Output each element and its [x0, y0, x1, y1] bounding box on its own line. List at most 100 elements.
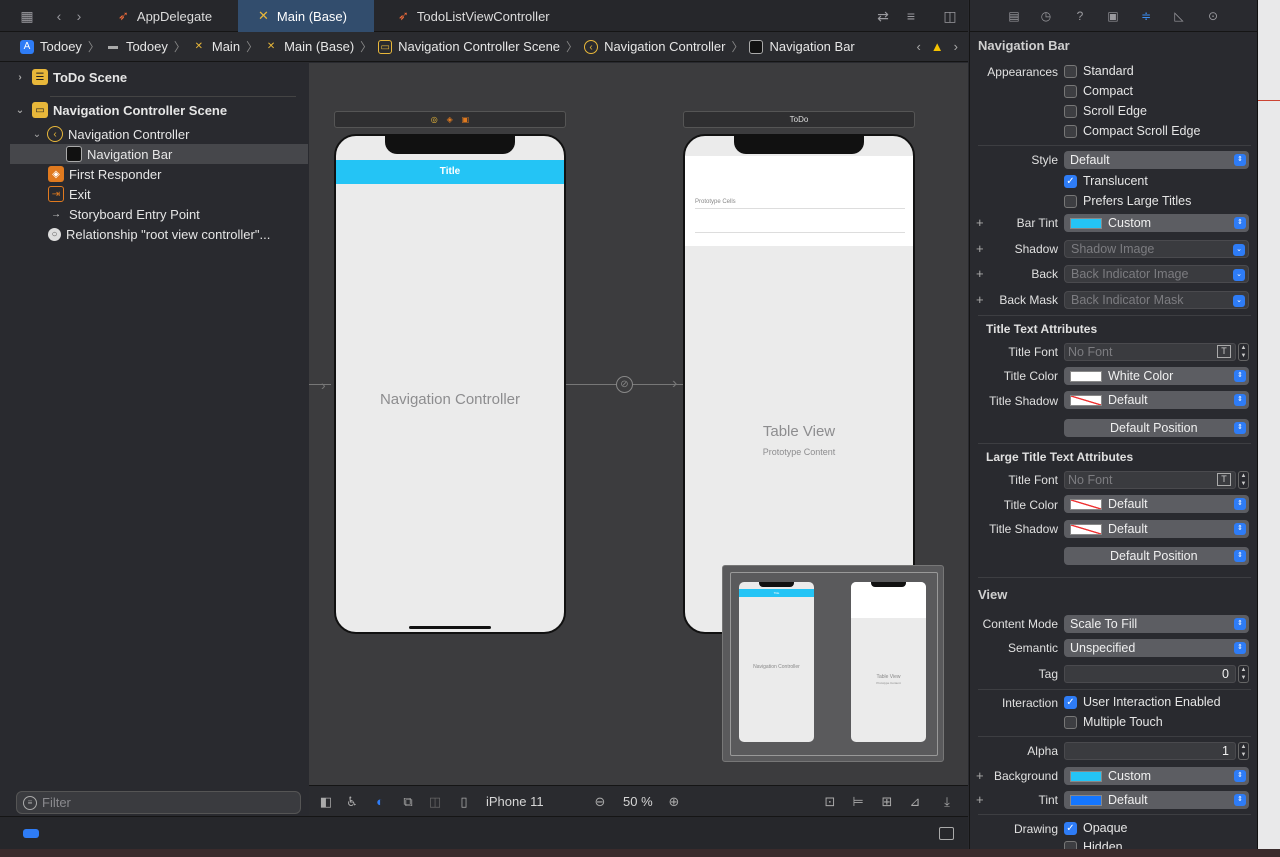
nav-controller-icon[interactable]: ◎: [431, 115, 438, 124]
nav-controller-phone[interactable]: Title Navigation Controller: [334, 134, 566, 634]
zoom-in-icon[interactable]: ⊕: [666, 794, 682, 810]
font-picker-icon[interactable]: T: [1217, 473, 1231, 486]
appearance-standard[interactable]: Standard: [1064, 64, 1134, 78]
hidden-checkbox[interactable]: Hidden: [1064, 840, 1123, 849]
history-icon[interactable]: ◷: [1038, 8, 1054, 24]
add-constraints-icon[interactable]: ⊞: [879, 794, 895, 810]
large-title-font-stepper[interactable]: ▲ ▼: [1238, 471, 1249, 489]
todo-scene-dock[interactable]: ToDo: [683, 111, 915, 128]
update-frames-icon[interactable]: ⊡: [822, 794, 838, 810]
zoom-out-icon[interactable]: ⊖: [592, 794, 608, 810]
sidebar-toggle-icon[interactable]: ◧: [318, 794, 334, 810]
connections-icon[interactable]: ⊙: [1205, 8, 1221, 24]
tab-todolistviewcontroller[interactable]: ➶ TodoListViewController: [378, 0, 578, 32]
shadow-image-popup[interactable]: Shadow Image ⌄: [1064, 240, 1249, 258]
alpha-stepper[interactable]: ▲ ▼: [1238, 742, 1249, 760]
style-popup[interactable]: Default ⇕: [1064, 151, 1249, 169]
tint-popup[interactable]: Default ⇕: [1064, 791, 1249, 809]
checkbox[interactable]: [1064, 104, 1077, 118]
large-titles-checkbox[interactable]: Prefers Large Titles: [1064, 194, 1191, 208]
disclosure-down-icon[interactable]: ⌄: [31, 129, 43, 140]
canvas-minimap[interactable]: Title Navigation Controller Table View P…: [722, 565, 944, 762]
title-color-popup[interactable]: White Color ⇕: [1064, 367, 1249, 385]
resolve-issues-icon[interactable]: ⊿: [907, 794, 923, 810]
chevron-right-icon[interactable]: ›: [71, 8, 87, 24]
tab-main-base[interactable]: ✕ Main (Base): [238, 0, 374, 32]
checkmark-icon[interactable]: ✓: [1064, 695, 1077, 709]
warning-icon[interactable]: ▲: [931, 39, 944, 54]
appearance-compact-scroll-edge[interactable]: Compact Scroll Edge: [1064, 124, 1200, 138]
disclosure-right-icon[interactable]: ›: [14, 72, 26, 83]
title-font-stepper[interactable]: ▲ ▼: [1238, 343, 1249, 361]
orientation-icon[interactable]: ⧉: [400, 794, 416, 810]
checkbox[interactable]: [1064, 840, 1077, 849]
navigation-bar[interactable]: Title: [336, 160, 564, 184]
crumb-folder[interactable]: ▬ Todoey 〉: [106, 38, 192, 55]
size-icon[interactable]: ◺: [1171, 8, 1187, 24]
translucent-checkbox[interactable]: ✓ Translucent: [1064, 174, 1148, 188]
chevron-left-icon[interactable]: ‹: [51, 8, 67, 24]
appearance-compact[interactable]: Compact: [1064, 84, 1133, 98]
appearance-scroll-edge[interactable]: Scroll Edge: [1064, 104, 1147, 118]
attributes-icon[interactable]: ≑: [1138, 8, 1154, 24]
checkmark-icon[interactable]: ✓: [1064, 821, 1077, 835]
grid-icon[interactable]: ▦: [19, 8, 35, 24]
outline-relationship[interactable]: ○ Relationship "root view controller"...: [10, 224, 308, 244]
checkbox[interactable]: [1064, 715, 1077, 729]
crumb-scene[interactable]: ▭ Navigation Controller Scene 〉: [378, 38, 584, 55]
outline-nav-controller[interactable]: ⌄ ‹ Navigation Controller: [31, 124, 329, 144]
crumb-nav-controller[interactable]: ‹ Navigation Controller 〉: [584, 38, 749, 55]
outline-todo-scene[interactable]: › ☰ ToDo Scene: [14, 67, 312, 87]
crumb-main-base[interactable]: ✕ Main (Base) 〉: [264, 38, 378, 55]
font-picker-icon[interactable]: T: [1217, 345, 1231, 358]
title-font-field[interactable]: No Font T: [1064, 343, 1236, 361]
file-icon[interactable]: ▤: [1006, 8, 1022, 24]
multiple-touch-checkbox[interactable]: Multiple Touch: [1064, 715, 1163, 729]
semantic-popup[interactable]: Unspecified ⇕: [1064, 639, 1249, 657]
chevron-left-icon[interactable]: ‹: [916, 39, 920, 54]
outline-entry-point[interactable]: → Storyboard Entry Point: [10, 204, 308, 224]
checkbox[interactable]: [1064, 194, 1077, 208]
alpha-field[interactable]: 1: [1064, 742, 1236, 760]
large-title-shadow-popup[interactable]: Default ⇕: [1064, 520, 1249, 538]
identity-icon[interactable]: ▣: [1105, 8, 1121, 24]
accessibility-icon[interactable]: ♿: [344, 794, 360, 810]
checkbox[interactable]: [1064, 124, 1077, 138]
disclosure-down-icon[interactable]: ⌄: [14, 105, 26, 116]
segue-relationship-icon[interactable]: ⊘: [616, 376, 633, 393]
debug-area-toggle-icon[interactable]: [939, 827, 954, 840]
swap-arrows-icon[interactable]: ⇄: [875, 8, 891, 24]
outline-exit[interactable]: ⇥ Exit: [10, 184, 308, 204]
help-icon[interactable]: ?: [1072, 8, 1088, 24]
outline-first-responder[interactable]: ◈ First Responder: [10, 164, 308, 184]
crumb-nav-bar[interactable]: Navigation Bar: [749, 39, 855, 54]
outline-nav-scene[interactable]: ⌄ ▭ Navigation Controller Scene: [14, 100, 312, 120]
chevron-right-icon[interactable]: ›: [954, 39, 958, 54]
checkbox[interactable]: [1064, 64, 1077, 78]
appearance-icon[interactable]: ◐: [372, 794, 388, 810]
split-editor-icon[interactable]: ◫: [942, 8, 958, 24]
breakpoint-toggle-icon[interactable]: [23, 829, 39, 838]
opaque-checkbox[interactable]: ✓ Opaque: [1064, 821, 1127, 835]
content-mode-popup[interactable]: Scale To Fill ⇕: [1064, 615, 1249, 633]
align-icon[interactable]: ⊨: [850, 794, 866, 810]
nav-scene-dock[interactable]: ◎ ◈ ▣: [334, 111, 566, 128]
large-title-font-field[interactable]: No Font T: [1064, 471, 1236, 489]
back-mask-popup[interactable]: Back Indicator Mask ⌄: [1064, 291, 1249, 309]
filter-input[interactable]: ≡ Filter: [16, 791, 301, 814]
table-view-phone[interactable]: Prototype Cells Table View Prototype Con…: [683, 134, 915, 634]
outline-nav-bar[interactable]: Navigation Bar: [10, 144, 308, 164]
user-interaction-checkbox[interactable]: ✓ User Interaction Enabled: [1064, 695, 1221, 709]
title-shadow-popup[interactable]: Default ⇕: [1064, 391, 1249, 409]
checkmark-icon[interactable]: ✓: [1064, 174, 1077, 188]
prototype-cell[interactable]: [695, 232, 905, 233]
crumb-project[interactable]: A Todoey 〉: [20, 38, 106, 55]
device-name[interactable]: iPhone 11: [486, 794, 544, 809]
back-indicator-popup[interactable]: Back Indicator Image ⌄: [1064, 265, 1249, 283]
exit-icon[interactable]: ▣: [462, 115, 470, 124]
background-popup[interactable]: Custom ⇕: [1064, 767, 1249, 785]
large-title-shadow-position-popup[interactable]: Default Position ⇕: [1064, 547, 1249, 565]
tag-field[interactable]: 0: [1064, 665, 1236, 683]
large-title-color-popup[interactable]: Default ⇕: [1064, 495, 1249, 513]
embed-in-icon[interactable]: ⤓: [939, 794, 955, 810]
